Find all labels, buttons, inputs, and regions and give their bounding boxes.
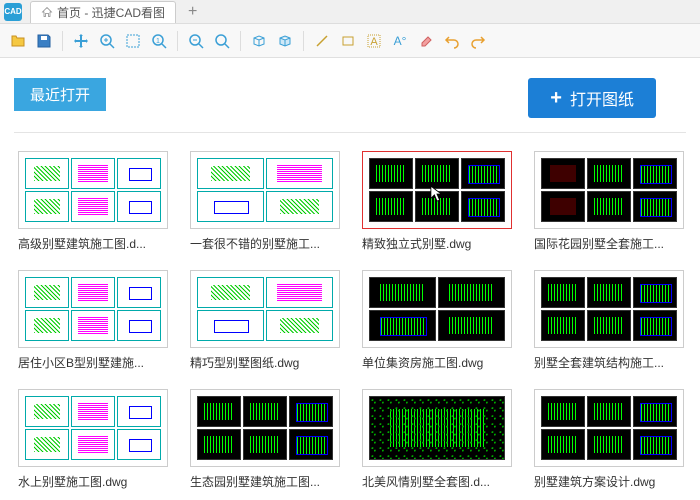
file-name-label: 生态园别墅建筑施工图... — [190, 473, 340, 490]
cube3d-icon — [277, 33, 293, 49]
eraser-icon — [418, 33, 434, 49]
recent-files-grid: 高级别墅建筑施工图.d... 一套很不错的别墅施工... 精致独立式别墅.dwg 国际… — [14, 151, 686, 490]
file-card[interactable]: 国际花园别墅全套施工... — [534, 151, 684, 252]
file-card[interactable]: 精致独立式别墅.dwg — [362, 151, 512, 252]
app-logo-icon: CAD — [4, 3, 22, 21]
save-button[interactable] — [32, 29, 56, 53]
plus-icon: + — [550, 88, 562, 108]
file-card[interactable]: 水上别墅施工图.dwg — [18, 389, 168, 490]
line-icon — [314, 33, 330, 49]
cube-icon — [251, 33, 267, 49]
file-thumbnail[interactable] — [534, 151, 684, 229]
zoom-reset-icon: 1 — [151, 33, 167, 49]
toolbar-separator — [303, 31, 304, 51]
zoom-fit-icon — [214, 33, 230, 49]
open-drawing-button[interactable]: + 打开图纸 — [528, 78, 656, 118]
line-tool-button[interactable] — [310, 29, 334, 53]
eraser-button[interactable] — [414, 29, 438, 53]
text-alt-button[interactable]: A° — [388, 29, 412, 53]
file-card[interactable]: 北美风情别墅全套图.d... — [362, 389, 512, 490]
file-card[interactable]: 别墅建筑方案设计.dwg — [534, 389, 684, 490]
toolbar-separator — [240, 31, 241, 51]
folder-icon — [10, 33, 26, 49]
file-thumbnail[interactable] — [362, 151, 512, 229]
select-area-button[interactable] — [121, 29, 145, 53]
svg-text:A°: A° — [394, 34, 407, 48]
file-card[interactable]: 精巧型别墅图纸.dwg — [190, 270, 340, 371]
file-thumbnail[interactable] — [190, 389, 340, 467]
file-name-label: 单位集资房施工图.dwg — [362, 354, 512, 371]
file-card[interactable]: 单位集资房施工图.dwg — [362, 270, 512, 371]
zoom-in-icon — [99, 33, 115, 49]
file-thumbnail[interactable] — [534, 270, 684, 348]
file-card[interactable]: 一套很不错的别墅施工... — [190, 151, 340, 252]
home-icon — [41, 6, 53, 18]
select-icon — [125, 33, 141, 49]
svg-text:1: 1 — [156, 38, 160, 45]
undo-button[interactable] — [440, 29, 464, 53]
file-name-label: 国际花园别墅全套施工... — [534, 235, 684, 252]
rect-tool-button[interactable] — [336, 29, 360, 53]
open-folder-button[interactable] — [6, 29, 30, 53]
file-name-label: 水上别墅施工图.dwg — [18, 473, 168, 490]
text-tool-button[interactable]: A — [362, 29, 386, 53]
zoom-in-button[interactable] — [95, 29, 119, 53]
tab-home[interactable]: 首页 - 迅捷CAD看图 — [30, 1, 176, 23]
rect-icon — [340, 33, 356, 49]
file-name-label: 北美风情别墅全套图.d... — [362, 473, 512, 490]
view3d-alt-button[interactable] — [273, 29, 297, 53]
file-thumbnail[interactable] — [362, 270, 512, 348]
toolbar-separator — [62, 31, 63, 51]
text-a-icon: A° — [392, 33, 408, 49]
file-name-label: 居住小区B型别墅建施... — [18, 354, 168, 371]
toolbar: 1 A A° — [0, 24, 700, 58]
file-name-label: 一套很不错的别墅施工... — [190, 235, 340, 252]
tab-add-button[interactable]: + — [182, 3, 203, 21]
file-thumbnail[interactable] — [534, 389, 684, 467]
toolbar-separator — [177, 31, 178, 51]
redo-button[interactable] — [466, 29, 490, 53]
save-icon — [36, 33, 52, 49]
file-thumbnail[interactable] — [190, 270, 340, 348]
file-thumbnail[interactable] — [18, 389, 168, 467]
view3d-button[interactable] — [247, 29, 271, 53]
content-area: 最近打开 + 打开图纸 高级别墅建筑施工图.d... 一套很不错的别墅施工... 精… — [0, 58, 700, 500]
file-name-label: 精巧型别墅图纸.dwg — [190, 354, 340, 371]
file-thumbnail[interactable] — [18, 270, 168, 348]
file-thumbnail[interactable] — [190, 151, 340, 229]
file-name-label: 别墅全套建筑结构施工... — [534, 354, 684, 371]
titlebar: CAD 首页 - 迅捷CAD看图 + — [0, 0, 700, 24]
move-icon — [73, 33, 89, 49]
redo-icon — [470, 33, 486, 49]
file-card[interactable]: 生态园别墅建筑施工图... — [190, 389, 340, 490]
file-card[interactable]: 居住小区B型别墅建施... — [18, 270, 168, 371]
zoom-out-icon — [188, 33, 204, 49]
zoom-reset-button[interactable]: 1 — [147, 29, 171, 53]
zoom-fit-button[interactable] — [210, 29, 234, 53]
tab-label: 首页 - 迅捷CAD看图 — [57, 4, 165, 21]
recent-files-heading: 最近打开 — [14, 78, 106, 111]
svg-text:A: A — [370, 36, 378, 48]
file-name-label: 精致独立式别墅.dwg — [362, 235, 512, 252]
file-thumbnail[interactable] — [362, 389, 512, 467]
file-card[interactable]: 高级别墅建筑施工图.d... — [18, 151, 168, 252]
text-icon: A — [366, 33, 382, 49]
file-name-label: 高级别墅建筑施工图.d... — [18, 235, 168, 252]
move-button[interactable] — [69, 29, 93, 53]
file-card[interactable]: 别墅全套建筑结构施工... — [534, 270, 684, 371]
undo-icon — [444, 33, 460, 49]
zoom-out-button[interactable] — [184, 29, 208, 53]
file-name-label: 别墅建筑方案设计.dwg — [534, 473, 684, 490]
file-thumbnail[interactable] — [18, 151, 168, 229]
open-button-label: 打开图纸 — [570, 86, 634, 110]
